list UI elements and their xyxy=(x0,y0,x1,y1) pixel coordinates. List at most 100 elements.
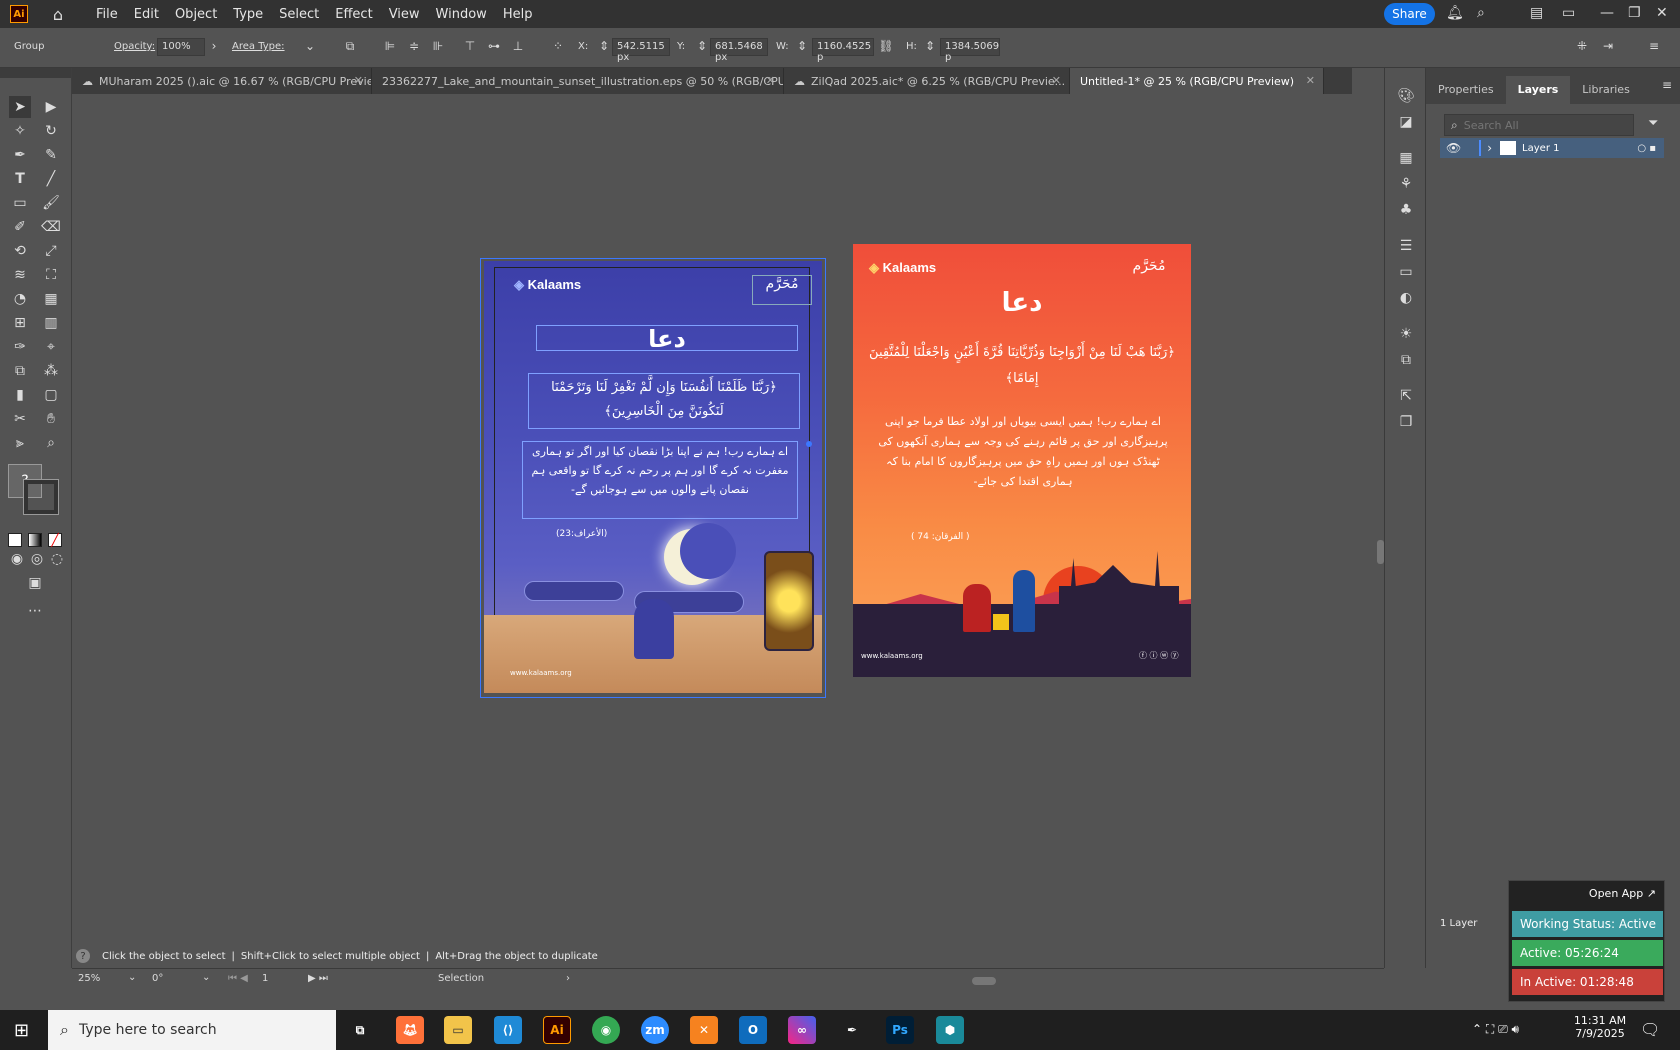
search-icon[interactable]: ⌕ xyxy=(1477,5,1485,21)
align-top-icon[interactable]: ⊤ xyxy=(462,39,478,55)
menu-type[interactable]: Type xyxy=(225,7,271,22)
column-graph-tool-icon[interactable]: ▮ xyxy=(9,384,31,406)
reference-point-icon[interactable]: ⁘ xyxy=(550,39,566,55)
color-mode-icon[interactable] xyxy=(8,533,22,547)
rectangle-tool-icon[interactable]: ▭ xyxy=(9,192,31,214)
tab-document-3[interactable]: ☁ ZilQad 2025.aic* @ 6.25 % (RGB/CPU Pre… xyxy=(784,68,1070,94)
menu-object[interactable]: Object xyxy=(167,7,225,22)
gradient-tool-icon[interactable]: ▥ xyxy=(40,312,62,334)
w-input[interactable]: 1160.4525 p xyxy=(812,38,874,63)
close-tab-icon[interactable]: ✕ xyxy=(354,74,363,87)
transparency-icon[interactable]: ◐ xyxy=(1396,290,1416,310)
direct-selection-tool-icon[interactable]: ▶ xyxy=(40,96,62,118)
menu-view[interactable]: View xyxy=(381,7,428,22)
symbol-sprayer-tool-icon[interactable]: ⁂ xyxy=(40,360,62,382)
hand-tool-icon[interactable]: ✋︎ xyxy=(40,408,62,430)
w-stepper-icon[interactable]: ⇕ xyxy=(794,39,810,55)
pen-app-icon[interactable]: ✒ xyxy=(838,1016,866,1044)
shape-builder-tool-icon[interactable]: ◔ xyxy=(9,288,31,310)
menu-help[interactable]: Help xyxy=(495,7,541,22)
tab-document-1[interactable]: ☁ MUharam 2025 ().aic @ 16.67 % (RGB/CPU… xyxy=(72,68,372,94)
xampp-icon[interactable]: ✕ xyxy=(690,1016,718,1044)
graphic-styles-icon[interactable]: ⧉ xyxy=(1396,352,1416,372)
app-icon[interactable]: ⬢ xyxy=(936,1016,964,1044)
chevron-down-icon[interactable]: ⌄ xyxy=(202,972,210,983)
h-stepper-icon[interactable]: ⇕ xyxy=(922,39,938,55)
knife-tool-icon[interactable]: ⫸ xyxy=(9,432,31,454)
line-tool-icon[interactable]: ╱ xyxy=(40,168,62,190)
rotation-value[interactable]: 0° xyxy=(152,973,163,984)
slice-tool-icon[interactable]: ✂ xyxy=(9,408,31,430)
color-guide-icon[interactable]: ◪ xyxy=(1396,114,1416,134)
firefox-icon[interactable]: 🦊︎ xyxy=(396,1016,424,1044)
restore-icon[interactable]: ❐ xyxy=(1628,5,1641,21)
chrome-icon[interactable]: ◉ xyxy=(592,1016,620,1044)
taskbar-search[interactable]: ⌕ Type here to search xyxy=(48,1010,336,1050)
draw-normal-icon[interactable]: ◉ xyxy=(6,548,28,570)
arrange-icon[interactable]: ▭ xyxy=(1562,5,1575,21)
brushes-icon[interactable]: ⚘ xyxy=(1396,176,1416,196)
align-right-icon[interactable]: ⊪ xyxy=(430,39,446,55)
bell-icon[interactable]: 🔔︎ xyxy=(1446,5,1464,21)
gradient-panel-icon[interactable]: ▭ xyxy=(1396,264,1416,284)
x-input[interactable]: 542.5115 px xyxy=(612,38,670,63)
arrange-docs-icon[interactable]: ⁜ xyxy=(1574,39,1590,55)
opacity-input[interactable]: 100% xyxy=(157,38,205,56)
chevron-right-icon[interactable]: › xyxy=(566,973,570,984)
zoom-app-icon[interactable]: zm xyxy=(641,1016,669,1044)
chevron-right-icon[interactable]: › xyxy=(206,39,222,55)
title-box[interactable]: دعا xyxy=(536,325,798,352)
align-middle-icon[interactable]: ⊶ xyxy=(486,39,502,55)
first-artboard-icon[interactable]: ⏮ ◀ xyxy=(228,973,248,984)
vertical-scrollbar[interactable] xyxy=(1377,94,1384,968)
opacity-label[interactable]: Opacity: xyxy=(114,41,155,52)
y-input[interactable]: 681.5468 px xyxy=(710,38,768,63)
mesh-tool-icon[interactable]: ⊞ xyxy=(9,312,31,334)
stroke-panel-icon[interactable]: ☰ xyxy=(1396,238,1416,258)
curvature-tool-icon[interactable]: ✎ xyxy=(40,144,62,166)
draw-inside-icon[interactable]: ◌ xyxy=(46,548,68,570)
urdu-text-box[interactable]: اے ہمارے رب! ہم نے اپنا بڑا نقصان کیا او… xyxy=(522,441,798,519)
artboard-number[interactable]: 1 xyxy=(262,973,268,984)
h-input[interactable]: 1384.5069 p xyxy=(940,38,1000,63)
artboard-blue[interactable]: ◈ Kalaams مُحَرَّم دعا ﴿رَبَّنَا ظَلَمْن… xyxy=(484,261,822,693)
close-icon[interactable]: ✕ xyxy=(1656,5,1668,21)
artboard-tool-icon[interactable]: ▢ xyxy=(40,384,62,406)
notification-icon[interactable]: 🗨︎ xyxy=(1640,1020,1660,1039)
y-stepper-icon[interactable]: ⇕ xyxy=(694,39,710,55)
rotate-handle[interactable] xyxy=(806,441,812,447)
menu-window[interactable]: Window xyxy=(428,7,495,22)
gradient-mode-icon[interactable] xyxy=(28,533,42,547)
illustrator-taskbar-icon[interactable]: Ai xyxy=(543,1016,571,1044)
minimize-icon[interactable]: — xyxy=(1600,5,1614,21)
export-icon[interactable]: ⇱ xyxy=(1396,388,1416,408)
menu-effect[interactable]: Effect xyxy=(327,7,380,22)
blend-tool-icon[interactable]: ⧉ xyxy=(9,360,31,382)
free-transform-tool-icon[interactable]: ⛶ xyxy=(40,264,62,286)
tab-document-4[interactable]: Untitled-1* @ 25 % (RGB/CPU Preview) ✕ xyxy=(1070,68,1324,94)
transform-icon[interactable]: ⧉ xyxy=(342,39,358,55)
tab-layers[interactable]: Layers xyxy=(1505,76,1571,104)
screen-mode-icon[interactable]: ▣ xyxy=(24,572,46,594)
system-tray-icons[interactable]: ⌃ ⛶ ⎚ 🔊︎ xyxy=(1472,1022,1519,1037)
x-stepper-icon[interactable]: ⇕ xyxy=(596,39,612,55)
chevron-right-icon[interactable]: › xyxy=(1487,141,1492,155)
pen-tool-icon[interactable]: ✒ xyxy=(9,144,31,166)
area-type-label[interactable]: Area Type: xyxy=(232,41,285,52)
home-icon[interactable]: ⌂ xyxy=(48,5,68,24)
measure-tool-icon[interactable]: ⌖ xyxy=(40,336,62,358)
layers-search-input[interactable] xyxy=(1463,118,1614,132)
chevron-down-icon[interactable]: ⌄ xyxy=(128,972,136,983)
clock[interactable]: 11:31 AM 7/9/2025 xyxy=(1570,1014,1630,1040)
layer-row[interactable]: 👁︎ › Layer 1 ○ ▪ xyxy=(1440,138,1664,158)
panel-options-icon[interactable]: ⇥ xyxy=(1600,39,1616,55)
menu-select[interactable]: Select xyxy=(271,7,327,22)
arabic-text-box[interactable]: ﴿رَبَّنَا ظَلَمْنَا أَنفُسَنَا وَإِن لَّ… xyxy=(528,373,800,429)
share-button[interactable]: Share xyxy=(1384,3,1435,25)
align-left-icon[interactable]: ⊫ xyxy=(382,39,398,55)
menu-edit[interactable]: Edit xyxy=(126,7,167,22)
close-tab-icon[interactable]: ✕ xyxy=(766,74,775,87)
close-tab-icon[interactable]: ✕ xyxy=(1306,74,1315,87)
zoom-tool-icon[interactable]: ⌕ xyxy=(40,432,62,454)
next-artboard-icon[interactable]: ▶ ⏭ xyxy=(308,973,328,984)
